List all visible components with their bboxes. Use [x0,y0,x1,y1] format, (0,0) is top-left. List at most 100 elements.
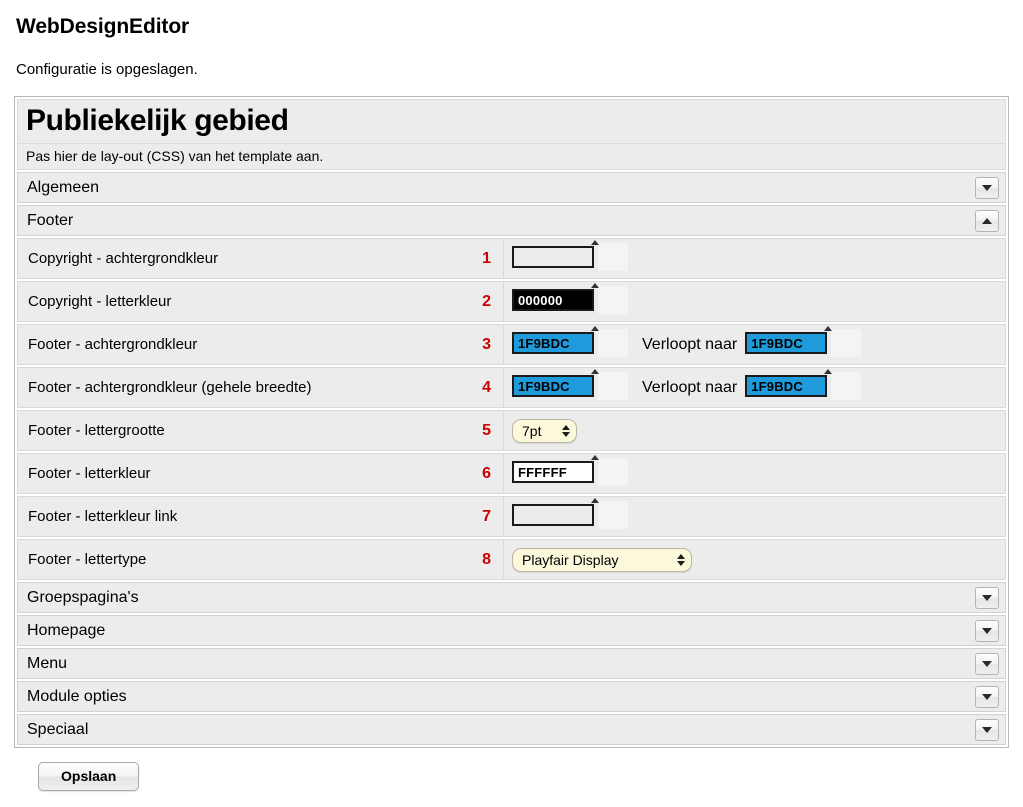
field-row: Copyright - achtergrondkleur 1 [17,238,1006,280]
field-label-text: Footer - achtergrondkleur [28,336,198,354]
field-label-text: Copyright - achtergrondkleur [28,250,219,268]
field-row: Footer - achtergrondkleur 3 1F9BDC Verlo… [17,324,1006,366]
field-row: Footer - achtergrondkleur (gehele breedt… [17,367,1006,409]
field-label-cell: Footer - letterkleur 6 [17,453,504,495]
section-header-module-opties[interactable]: Module opties [17,681,1006,713]
section-label: Module opties [27,687,127,705]
field-label-cell: Footer - lettergrootte 5 [17,410,504,452]
field-control-cell: Verloopt naar [504,324,1006,366]
field-label-text: Footer - lettergrootte [28,422,165,440]
save-button[interactable]: Opslaan [38,762,140,792]
status-message: Configuratie is opgeslagen. [16,61,198,79]
field-label-text: Footer - lettertype [28,551,147,569]
chevron-down-icon[interactable] [975,652,999,675]
chevron-down-icon[interactable] [975,685,999,708]
color-picker-from[interactable] [512,326,628,358]
field-row: Footer - letterkleur 6 [17,453,1006,495]
select-value: 7pt [522,422,542,439]
field-label-cell: Footer - lettertype 8 [17,539,504,581]
color-swatch-button[interactable] [591,498,628,530]
field-label-text: Footer - achtergrondkleur (gehele breedt… [28,379,312,397]
form-actions: Opslaan [14,748,1009,792]
color-picker-to[interactable] [745,369,862,401]
field-number: 2 [482,292,491,310]
field-label-cell: Footer - achtergrondkleur 3 [17,324,504,366]
color-picker[interactable] [512,455,628,487]
section-header-speciaal[interactable]: Speciaal [17,714,1006,746]
field-control-cell: Verloopt naar [504,367,1006,409]
color-swatch-button[interactable] [591,283,628,315]
chevron-down-icon[interactable] [975,619,999,642]
field-control-cell: 7pt [504,410,1006,452]
color-picker-from[interactable] [512,369,628,401]
field-row: Copyright - letterkleur 2 [17,281,1006,323]
color-picker[interactable] [512,240,628,272]
field-number: 7 [482,507,491,525]
gradient-to-label: Verloopt naar [642,335,738,353]
color-picker-to[interactable] [745,326,862,358]
field-number: 4 [482,378,491,396]
section-label: Algemeen [27,178,100,196]
chevron-down-icon[interactable] [975,718,999,741]
field-label-text: Footer - letterkleur link [28,508,178,526]
field-row: Footer - lettertype 8 Playfair Display [17,539,1006,581]
section-header-groepspaginas[interactable]: Groepspagina's [17,582,1006,614]
panel-subtitle: Pas hier de lay-out (CSS) van het templa… [17,144,1006,171]
section-label: Groepspagina's [27,588,139,606]
section-label: Speciaal [27,720,89,738]
section-header-menu[interactable]: Menu [17,648,1006,680]
chevron-down-icon[interactable] [975,586,999,609]
footer-fields: Copyright - achtergrondkleur 1 Copyright… [17,238,1006,581]
font-size-select[interactable]: 7pt [512,418,577,443]
field-number: 1 [482,249,491,267]
color-swatch-button[interactable] [591,455,628,487]
color-swatch-button[interactable] [591,240,628,272]
color-hex-input[interactable] [745,375,828,398]
select-value: Playfair Display [522,551,619,568]
section-label: Homepage [27,621,106,639]
updown-arrows-icon [562,424,570,437]
color-swatch-button[interactable] [591,326,628,358]
color-hex-input[interactable] [512,289,594,312]
color-hex-input[interactable] [745,332,828,355]
font-family-select[interactable]: Playfair Display [512,547,692,572]
color-picker[interactable] [512,498,628,530]
field-number: 8 [482,550,491,568]
field-label-cell: Footer - letterkleur link 7 [17,496,504,538]
field-number: 5 [482,421,491,439]
chevron-up-icon[interactable] [975,209,999,232]
section-header-algemeen[interactable]: Algemeen [17,172,1006,204]
section-label: Footer [27,211,74,229]
field-control-cell [504,453,1006,495]
updown-arrows-icon [677,553,685,566]
section-header-homepage[interactable]: Homepage [17,615,1006,647]
section-label: Menu [27,654,68,672]
color-hex-input[interactable] [512,375,594,398]
field-label-text: Footer - letterkleur [28,465,151,483]
page-title: WebDesignEditor [16,15,190,38]
color-swatch-button[interactable] [824,326,862,358]
section-header-footer[interactable]: Footer [17,205,1006,237]
color-hex-input[interactable] [512,246,594,269]
field-row: Footer - lettergrootte 5 7pt [17,410,1006,452]
field-number: 3 [482,335,491,353]
color-swatch-button[interactable] [591,369,628,401]
field-label-cell: Copyright - letterkleur 2 [17,281,504,323]
field-control-cell [504,238,1006,280]
color-picker[interactable] [512,283,628,315]
settings-panel: Publiekelijk gebied Pas hier de lay-out … [14,96,1009,749]
color-hex-input[interactable] [512,461,594,484]
field-label-text: Copyright - letterkleur [28,293,172,311]
field-row: Footer - letterkleur link 7 [17,496,1006,538]
field-label-cell: Copyright - achtergrondkleur 1 [17,238,504,280]
color-hex-input[interactable] [512,504,594,527]
color-hex-input[interactable] [512,332,594,355]
color-swatch-button[interactable] [824,369,862,401]
field-control-cell [504,281,1006,323]
field-number: 6 [482,464,491,482]
field-control-cell: Playfair Display [504,539,1006,581]
panel-title: Publiekelijk gebied [17,99,1006,145]
field-control-cell [504,496,1006,538]
page-root: WebDesignEditor Configuratie is opgeslag… [0,0,1023,792]
chevron-down-icon[interactable] [975,176,999,199]
